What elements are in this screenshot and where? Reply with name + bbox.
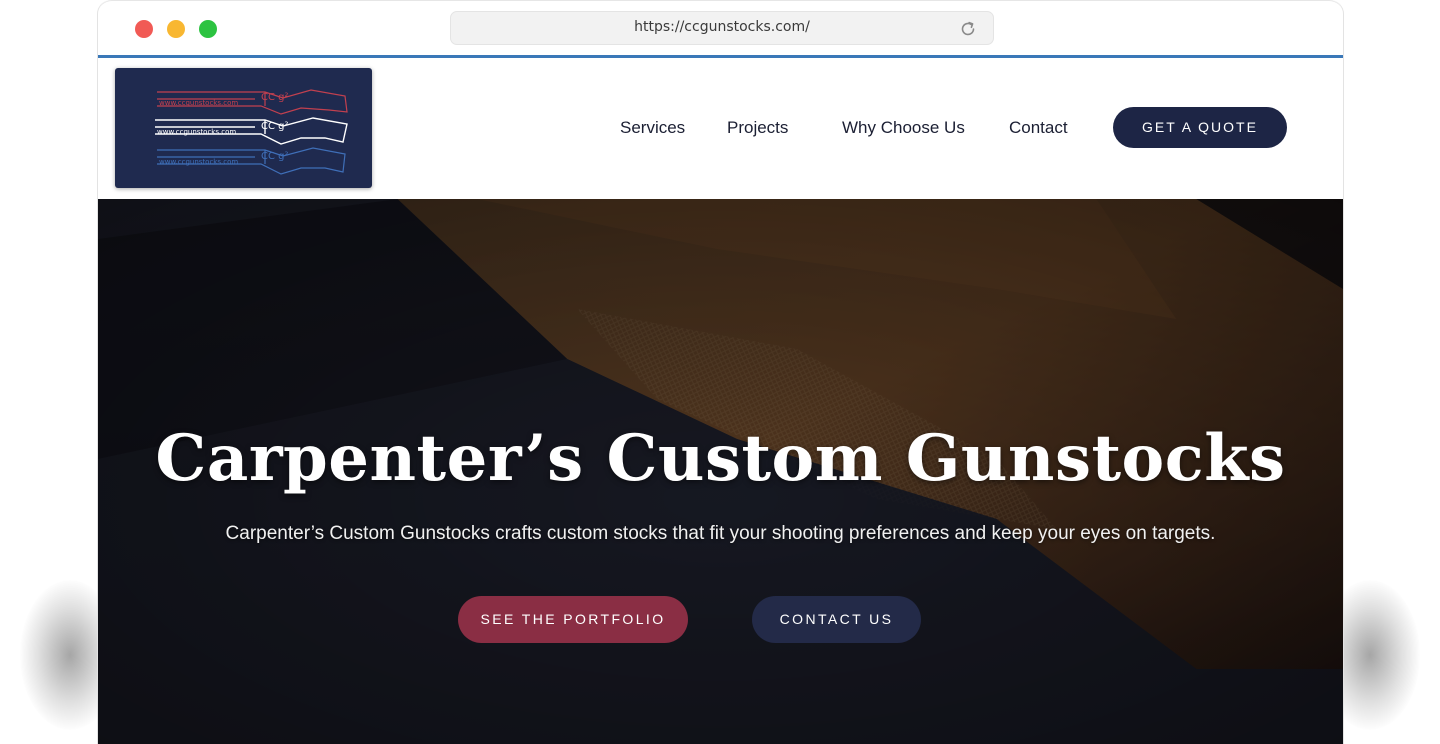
reload-icon[interactable] (959, 20, 977, 38)
logo-mark-red: CC g² (261, 92, 289, 103)
logo-graphic: www.ccgunstocks.com CC g² www.ccgunstock… (155, 89, 348, 175)
contact-us-button[interactable]: CONTACT US (752, 596, 921, 643)
logo-mark-white: CC g² (261, 121, 289, 132)
nav-services[interactable]: Services (620, 118, 685, 138)
site-header: www.ccgunstocks.com CC g² www.ccgunstock… (98, 58, 1343, 199)
nav-contact[interactable]: Contact (1009, 118, 1068, 138)
hero-subtitle: Carpenter’s Custom Gunstocks crafts cust… (225, 523, 1216, 544)
logo-url-red: www.ccgunstocks.com (159, 99, 238, 107)
browser-window: https://ccgunstocks.com/ www.ccgunstocks… (97, 0, 1344, 744)
address-bar[interactable]: https://ccgunstocks.com/ (450, 11, 994, 45)
close-window-dot[interactable] (135, 20, 153, 38)
hero-title: Carpenter’s Custom Gunstocks (155, 421, 1286, 496)
site-logo[interactable]: www.ccgunstocks.com CC g² www.ccgunstock… (115, 68, 372, 188)
browser-toolbar: https://ccgunstocks.com/ (98, 0, 1343, 55)
nav-why-choose-us[interactable]: Why Choose Us (842, 118, 965, 138)
logo-url-white: www.ccgunstocks.com (157, 128, 236, 136)
url-text[interactable]: https://ccgunstocks.com/ (451, 19, 993, 35)
logo-mark-blue: CC g² (261, 151, 289, 162)
get-a-quote-button[interactable]: GET A QUOTE (1113, 107, 1287, 148)
minimize-window-dot[interactable] (167, 20, 185, 38)
see-the-portfolio-button[interactable]: SEE THE PORTFOLIO (458, 596, 688, 643)
maximize-window-dot[interactable] (199, 20, 217, 38)
nav-projects[interactable]: Projects (727, 118, 788, 138)
hero-section: Carpenter’s Custom Gunstocks Carpenter’s… (98, 199, 1343, 744)
logo-url-blue: www.ccgunstocks.com (159, 158, 238, 166)
